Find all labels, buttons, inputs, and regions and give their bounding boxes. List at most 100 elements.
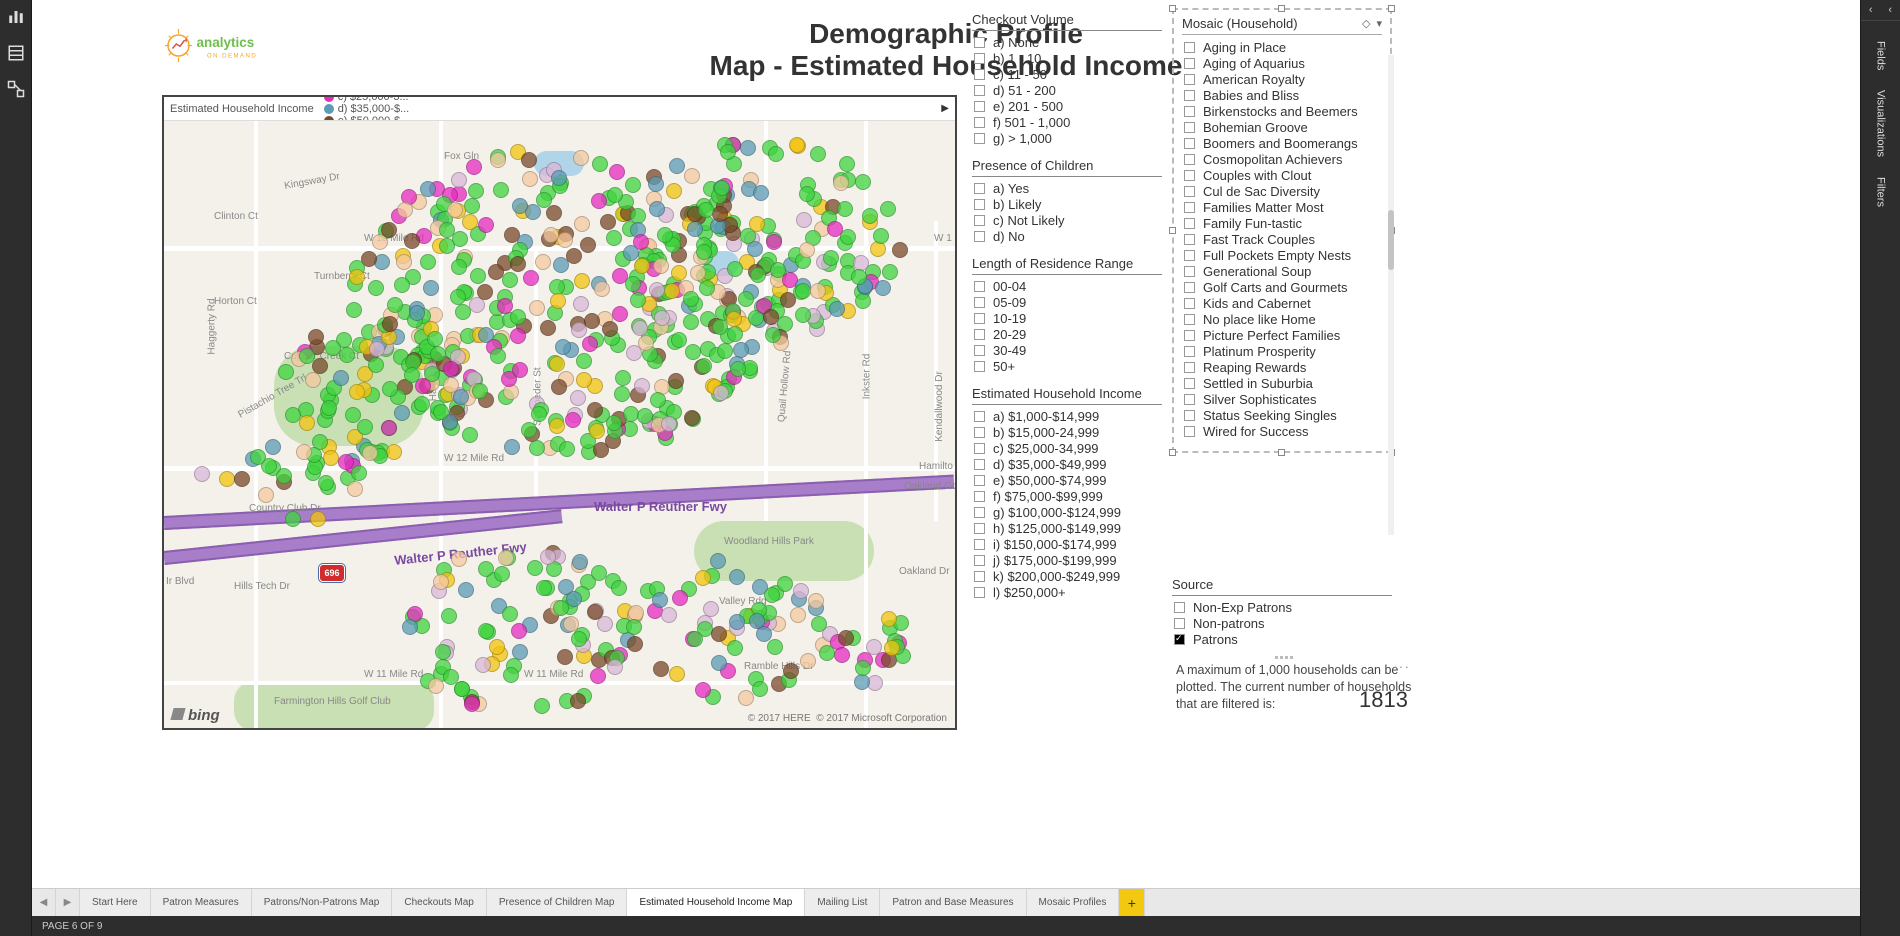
checkbox-icon[interactable] — [1184, 282, 1195, 293]
slicer-item[interactable]: b) 1 - 10 — [972, 50, 1162, 66]
slicer-item[interactable]: Cul de Sac Diversity — [1182, 183, 1382, 199]
slicer-item[interactable]: 10-19 — [972, 310, 1162, 326]
drag-handle-icon[interactable] — [1274, 656, 1294, 659]
checkbox-icon[interactable] — [974, 215, 985, 226]
map-data-point[interactable] — [318, 475, 334, 491]
map-data-point[interactable] — [396, 254, 412, 270]
map-data-point[interactable] — [729, 569, 745, 585]
map-data-point[interactable] — [795, 283, 811, 299]
slicer-item[interactable]: Couples with Clout — [1182, 167, 1382, 183]
slicer-item[interactable]: Birkenstocks and Beemers — [1182, 103, 1382, 119]
slicer-item[interactable]: 20-29 — [972, 326, 1162, 342]
map-data-point[interactable] — [443, 669, 459, 685]
page-tab[interactable]: Checkouts Map — [392, 889, 486, 916]
map-data-point[interactable] — [729, 614, 745, 630]
map-data-point[interactable] — [882, 264, 898, 280]
slicer-item[interactable]: l) $250,000+ — [972, 584, 1162, 600]
checkbox-icon[interactable] — [1184, 426, 1195, 437]
page-tab[interactable]: Presence of Children Map — [487, 889, 628, 916]
collapse-pane-icon[interactable]: ‹ — [1881, 0, 1900, 21]
map-data-point[interactable] — [597, 616, 613, 632]
map-data-point[interactable] — [696, 244, 712, 260]
slicer-item[interactable]: g) $100,000-$124,999 — [972, 504, 1162, 520]
slicer-item[interactable]: Silver Sophisticates — [1182, 391, 1382, 407]
map-data-point[interactable] — [609, 164, 625, 180]
checkbox-icon[interactable] — [1174, 634, 1185, 645]
slicer-item[interactable]: Fast Track Couples — [1182, 231, 1382, 247]
checkbox-icon[interactable] — [974, 523, 985, 534]
map-data-point[interactable] — [570, 693, 586, 709]
map-data-point[interactable] — [768, 146, 784, 162]
map-data-point[interactable] — [727, 640, 743, 656]
checkbox-icon[interactable] — [974, 443, 985, 454]
checkbox-icon[interactable] — [974, 37, 985, 48]
map-data-point[interactable] — [834, 647, 850, 663]
map-data-point[interactable] — [672, 590, 688, 606]
slicer-item[interactable]: 50+ — [972, 358, 1162, 374]
map-data-point[interactable] — [478, 623, 494, 639]
checkbox-icon[interactable] — [1174, 602, 1185, 613]
checkbox-icon[interactable] — [1184, 154, 1195, 165]
map-data-point[interactable] — [810, 283, 826, 299]
map-data-point[interactable] — [540, 549, 556, 565]
checkbox-icon[interactable] — [1184, 378, 1195, 389]
map-data-point[interactable] — [510, 309, 526, 325]
map-data-point[interactable] — [625, 276, 641, 292]
checkbox-icon[interactable] — [1184, 394, 1195, 405]
checkbox-icon[interactable] — [974, 345, 985, 356]
slicer-item[interactable]: f) 501 - 1,000 — [972, 114, 1162, 130]
map-data-point[interactable] — [458, 582, 474, 598]
map-data-point[interactable] — [450, 289, 466, 305]
checkbox-icon[interactable] — [974, 85, 985, 96]
map-data-point[interactable] — [557, 232, 573, 248]
map-data-point[interactable] — [696, 358, 712, 374]
checkbox-icon[interactable] — [1184, 138, 1195, 149]
checkbox-icon[interactable] — [974, 555, 985, 566]
checkbox-icon[interactable] — [974, 281, 985, 292]
map-data-point[interactable] — [591, 193, 607, 209]
map-data-point[interactable] — [394, 277, 410, 293]
map-data-point[interactable] — [494, 566, 510, 582]
map-data-point[interactable] — [498, 550, 514, 566]
map-data-point[interactable] — [855, 293, 871, 309]
map-data-point[interactable] — [627, 636, 643, 652]
map-data-point[interactable] — [713, 385, 729, 401]
map-data-point[interactable] — [749, 216, 765, 232]
checkbox-icon[interactable] — [974, 571, 985, 582]
map-data-point[interactable] — [727, 326, 743, 342]
slicer-item[interactable]: f) $75,000-$99,999 — [972, 488, 1162, 504]
page-tab[interactable]: Mosaic Profiles — [1027, 889, 1120, 916]
map-data-point[interactable] — [838, 630, 854, 646]
page-tab[interactable]: Estimated Household Income Map — [627, 889, 805, 916]
slicer-mosaic-household[interactable]: Mosaic (Household) ◇ ▾ Aging in PlaceAgi… — [1172, 8, 1392, 453]
map-data-point[interactable] — [559, 441, 575, 457]
slicer-item[interactable]: Patrons — [1172, 631, 1392, 647]
map-data-point[interactable] — [573, 150, 589, 166]
slicer-item[interactable]: e) $50,000-$74,999 — [972, 472, 1162, 488]
map-data-point[interactable] — [451, 551, 467, 567]
map-data-point[interactable] — [451, 259, 467, 275]
map-data-point[interactable] — [490, 152, 506, 168]
map-data-point[interactable] — [250, 449, 266, 465]
map-data-point[interactable] — [510, 328, 526, 344]
map-data-point[interactable] — [634, 378, 650, 394]
map-data-point[interactable] — [881, 611, 897, 627]
map-data-point[interactable] — [666, 183, 682, 199]
map-data-point[interactable] — [589, 423, 605, 439]
map-data-point[interactable] — [580, 237, 596, 253]
map-data-point[interactable] — [497, 298, 513, 314]
slicer-item[interactable]: 30-49 — [972, 342, 1162, 358]
checkbox-icon[interactable] — [974, 587, 985, 598]
map-data-point[interactable] — [717, 343, 733, 359]
slicer-item[interactable]: Families Matter Most — [1182, 199, 1382, 215]
map-data-point[interactable] — [557, 649, 573, 665]
map-data-point[interactable] — [549, 356, 565, 372]
data-view-icon[interactable] — [7, 44, 25, 62]
map-data-point[interactable] — [219, 471, 235, 487]
map-data-point[interactable] — [433, 404, 449, 420]
map-data-point[interactable] — [420, 254, 436, 270]
map-data-point[interactable] — [522, 171, 538, 187]
checkbox-icon[interactable] — [974, 411, 985, 422]
map-data-point[interactable] — [790, 607, 806, 623]
map-data-point[interactable] — [683, 314, 699, 330]
